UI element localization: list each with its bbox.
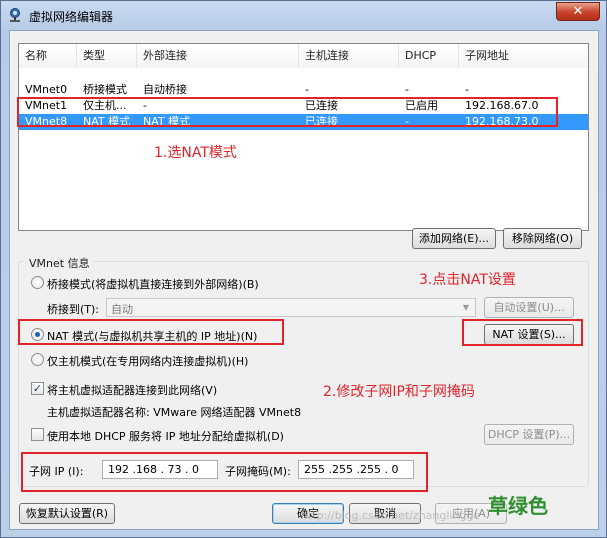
watermark-text: 草绿色 xyxy=(488,494,548,518)
annotation-step3-text: 3.点击NAT设置 xyxy=(419,272,516,288)
close-icon: ✕ xyxy=(572,4,584,19)
table-row[interactable]: VMnet0 桥接模式 自动桥接 - - - xyxy=(19,82,588,98)
column-header-host[interactable]: 主机连接 xyxy=(299,44,399,68)
annotation-box-selected-row xyxy=(17,97,558,127)
cell-subnet: - xyxy=(465,83,469,96)
network-app-icon xyxy=(10,8,20,22)
cell-host: - xyxy=(305,83,309,96)
annotation-box-nat-settings xyxy=(462,319,583,346)
add-network-button[interactable]: 添加网络(E)... xyxy=(412,228,496,249)
close-button[interactable]: ✕ xyxy=(556,2,600,21)
bridged-to-select[interactable]: 自动 ▼ xyxy=(106,298,476,317)
bridged-to-value: 自动 xyxy=(111,303,133,316)
connect-adapter-checkbox[interactable]: ✓ xyxy=(31,382,44,395)
checkmark-icon: ✓ xyxy=(32,382,43,395)
vmnet-info-title: VMnet 信息 xyxy=(26,255,93,271)
title-bar[interactable]: 虚拟网络编辑器 ✕ xyxy=(1,1,606,29)
column-header-external[interactable]: 外部连接 xyxy=(137,44,299,68)
window-title: 虚拟网络编辑器 xyxy=(29,10,114,24)
annotation-box-nat-mode xyxy=(18,319,284,345)
cell-name: VMnet0 xyxy=(25,83,68,96)
watermark-url: http://blog.csdn.net/zhanglingge xyxy=(301,509,481,522)
annotation-box-subnet xyxy=(21,452,428,492)
host-only-mode-label: 仅主机模式(在专用网络内连接虚拟机)(H) xyxy=(47,355,249,368)
table-header-row: 名称 类型 外部连接 主机连接 DHCP 子网地址 xyxy=(19,44,588,68)
restore-defaults-button[interactable]: 恢复默认设置(R) xyxy=(19,503,115,524)
cell-type: 桥接模式 xyxy=(83,83,127,96)
bridged-mode-label: 桥接模式(将虚拟机直接连接到外部网络)(B) xyxy=(47,278,259,291)
cell-dhcp: - xyxy=(405,83,409,96)
bridged-to-label: 桥接到(T): xyxy=(47,303,100,316)
annotation-step2-text: 2.修改子网IP和子网掩码 xyxy=(323,384,475,400)
host-only-mode-radio[interactable] xyxy=(31,353,44,366)
dropdown-arrow-icon: ▼ xyxy=(462,303,470,312)
connect-adapter-label: 将主机虚拟适配器连接到此网络(V) xyxy=(47,384,218,397)
use-dhcp-label: 使用本地 DHCP 服务将 IP 地址分配给虚拟机(D) xyxy=(47,430,284,443)
column-header-subnet[interactable]: 子网地址 xyxy=(459,44,588,68)
bridged-mode-radio[interactable] xyxy=(31,276,44,289)
network-table[interactable]: 名称 类型 外部连接 主机连接 DHCP 子网地址 VMnet0 桥接模式 自动… xyxy=(18,43,589,231)
column-header-name[interactable]: 名称 xyxy=(19,44,77,68)
dhcp-settings-button[interactable]: DHCP 设置(P)... xyxy=(484,424,574,445)
column-header-dhcp[interactable]: DHCP xyxy=(399,44,459,68)
virtual-network-editor-window: 虚拟网络编辑器 ✕ 名称 类型 外部连接 主机连接 DHCP 子网地址 VMne… xyxy=(0,0,607,538)
auto-settings-button[interactable]: 自动设置(U)... xyxy=(484,297,574,318)
annotation-step1-text: 1.选NAT模式 xyxy=(154,145,237,161)
column-header-type[interactable]: 类型 xyxy=(77,44,137,68)
remove-network-button[interactable]: 移除网络(O) xyxy=(503,228,582,249)
adapter-name-label: 主机虚拟适配器名称: VMware 网络适配器 VMnet8 xyxy=(47,406,302,419)
use-dhcp-checkbox[interactable] xyxy=(31,428,44,441)
cell-external: 自动桥接 xyxy=(143,83,187,96)
